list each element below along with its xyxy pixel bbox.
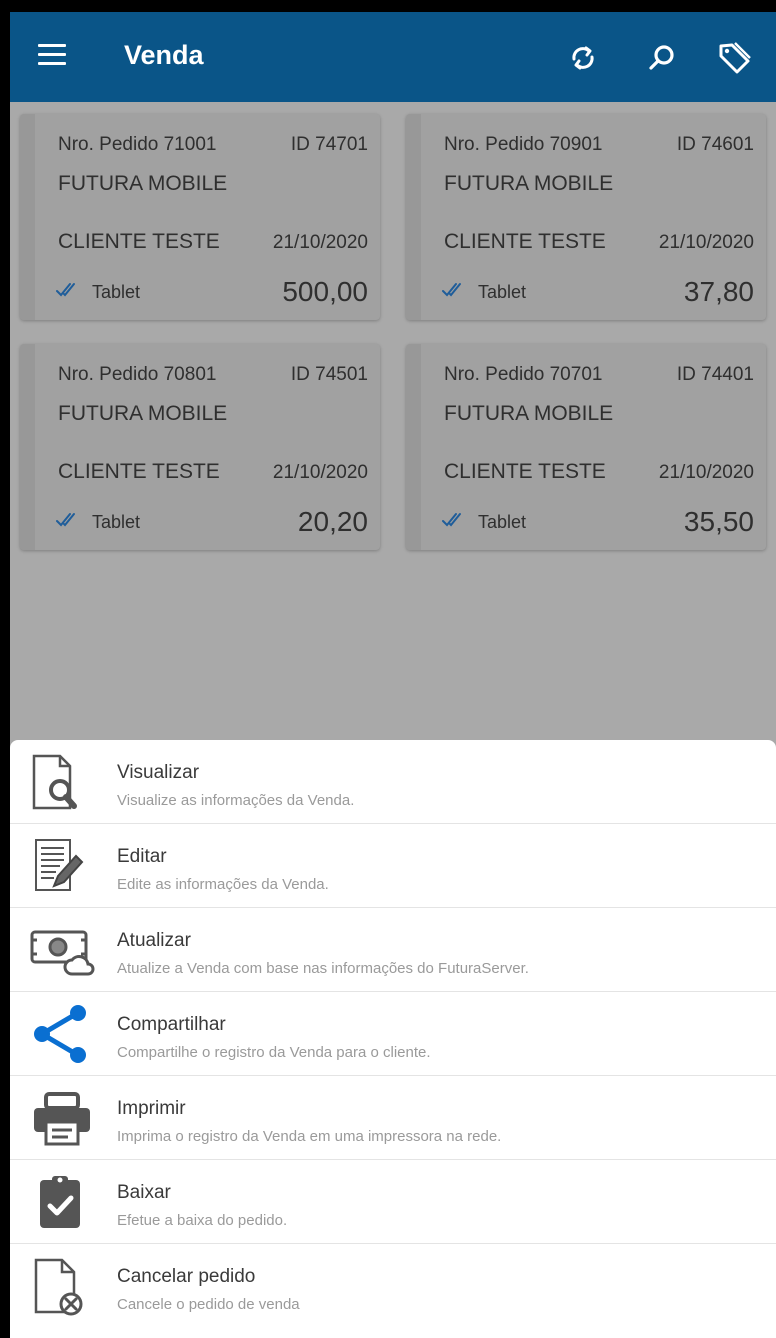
order-date: 21/10/2020: [658, 232, 754, 253]
menu-icon[interactable]: [38, 44, 66, 68]
sync-icon[interactable]: [565, 40, 601, 76]
order-id: ID 74601: [676, 134, 754, 155]
device-label: Tablet: [92, 512, 141, 532]
double-check-icon: [442, 283, 461, 297]
order-id: ID 74701: [290, 134, 368, 155]
option-description: Atualize a Venda com base nas informaçõe…: [117, 960, 529, 977]
option-description: Compartilhe o registro da Venda para o c…: [117, 1044, 431, 1061]
double-check-icon: [56, 283, 75, 297]
card-stripe: [406, 114, 421, 320]
option-description: Visualize as informações da Venda.: [117, 792, 355, 809]
client-name: CLIENTE TESTE: [58, 460, 220, 483]
actions-bottom-sheet: Visualizar Visualize as informações da V…: [10, 740, 776, 1338]
card-stripe: [20, 114, 35, 320]
order-total: 37,80: [683, 276, 754, 307]
option-label: Visualizar: [117, 762, 200, 783]
option-description: Cancele o pedido de venda: [117, 1296, 300, 1313]
document-edit-icon: [24, 836, 98, 896]
share-icon: [24, 1004, 98, 1064]
option-compartilhar[interactable]: Compartilhar Compartilhe o registro da V…: [10, 992, 776, 1076]
order-date: 21/10/2020: [272, 462, 368, 483]
company-name: FUTURA MOBILE: [444, 172, 614, 195]
order-card[interactable]: Nro. Pedido 70701 ID 74401 FUTURA MOBILE…: [406, 344, 766, 550]
option-atualizar[interactable]: Atualizar Atualize a Venda com base nas …: [10, 908, 776, 992]
order-card[interactable]: Nro. Pedido 70901 ID 74601 FUTURA MOBILE…: [406, 114, 766, 320]
order-number: Nro. Pedido 70701: [444, 364, 603, 385]
double-check-icon: [56, 513, 75, 527]
client-name: CLIENTE TESTE: [58, 230, 220, 253]
document-search-icon: [24, 752, 98, 812]
option-label: Atualizar: [117, 930, 191, 951]
order-date: 21/10/2020: [658, 462, 754, 483]
option-description: Efetue a baixa do pedido.: [117, 1212, 288, 1229]
order-total: 20,20: [297, 506, 368, 537]
option-editar[interactable]: Editar Edite as informações da Venda.: [10, 824, 776, 908]
company-name: FUTURA MOBILE: [444, 402, 614, 425]
option-imprimir[interactable]: Imprimir Imprima o registro da Venda em …: [10, 1076, 776, 1160]
option-label: Imprimir: [117, 1098, 186, 1119]
device-label: Tablet: [478, 512, 527, 532]
client-name: CLIENTE TESTE: [444, 230, 606, 253]
option-description: Edite as informações da Venda.: [117, 876, 329, 893]
company-name: FUTURA MOBILE: [58, 402, 228, 425]
option-label: Compartilhar: [117, 1014, 226, 1035]
cloud-money-icon: [24, 920, 98, 980]
device-label: Tablet: [92, 282, 141, 302]
option-description: Imprima o registro da Venda em uma impre…: [117, 1128, 502, 1145]
option-cancelar-pedido[interactable]: Cancelar pedido Cancele o pedido de vend…: [10, 1244, 776, 1328]
option-label: Editar: [117, 846, 167, 867]
tag-icon[interactable]: [716, 40, 752, 76]
order-date: 21/10/2020: [272, 232, 368, 253]
double-check-icon: [442, 513, 461, 527]
order-total: 35,50: [683, 506, 754, 537]
order-card[interactable]: Nro. Pedido 71001 ID 74701 FUTURA MOBILE…: [20, 114, 380, 320]
order-id: ID 74401: [676, 364, 754, 385]
device-label: Tablet: [478, 282, 527, 302]
order-card[interactable]: Nro. Pedido 70801 ID 74501 FUTURA MOBILE…: [20, 344, 380, 550]
document-cancel-icon: [24, 1256, 98, 1316]
card-stripe: [406, 344, 421, 550]
clipboard-check-icon: [24, 1172, 98, 1232]
search-icon[interactable]: [644, 40, 680, 76]
option-label: Baixar: [117, 1182, 171, 1203]
order-number: Nro. Pedido 70801: [58, 364, 217, 385]
printer-icon: [24, 1088, 98, 1148]
order-id: ID 74501: [290, 364, 368, 385]
option-visualizar[interactable]: Visualizar Visualize as informações da V…: [10, 740, 776, 824]
order-number: Nro. Pedido 71001: [58, 134, 217, 155]
client-name: CLIENTE TESTE: [444, 460, 606, 483]
page-title: Venda: [124, 40, 204, 70]
app-bar: Venda: [10, 12, 776, 102]
company-name: FUTURA MOBILE: [58, 172, 228, 195]
order-total: 500,00: [282, 276, 368, 307]
option-baixar[interactable]: Baixar Efetue a baixa do pedido.: [10, 1160, 776, 1244]
card-stripe: [20, 344, 35, 550]
app-screen: Venda Nro. Pedido 71001 ID 74701 FUTURA …: [10, 12, 776, 1338]
option-label: Cancelar pedido: [117, 1266, 256, 1287]
order-number: Nro. Pedido 70901: [444, 134, 603, 155]
